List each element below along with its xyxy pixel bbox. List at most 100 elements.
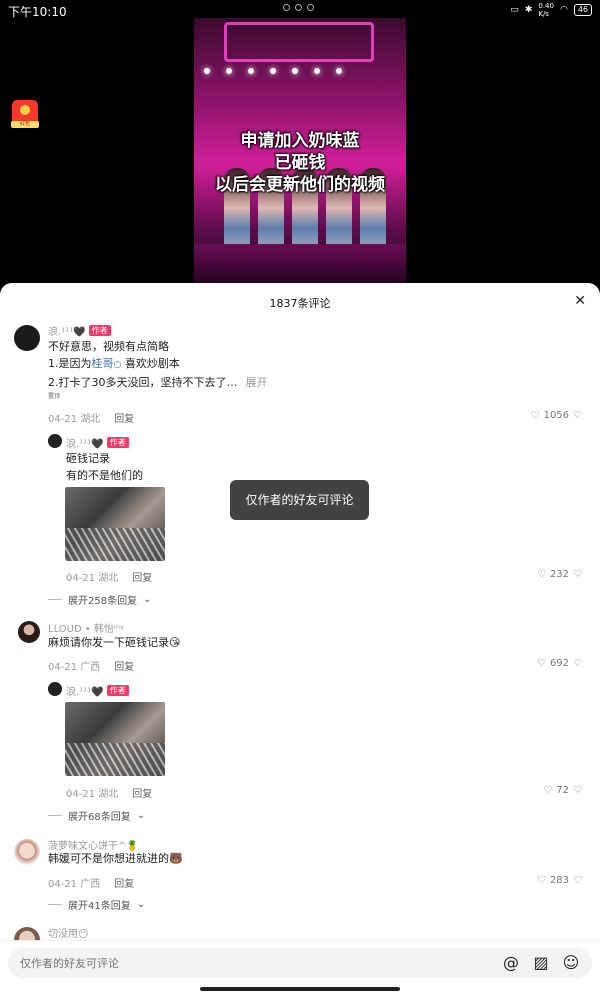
video-player[interactable]: 申请加入奶味蓝 已砸钱 以后会更新他们的视频 <box>194 18 406 284</box>
comment-meta: 04-21 湖北 回复 <box>66 785 152 800</box>
like-group[interactable]: ♡ 72 ♡ <box>543 785 582 796</box>
at-icon[interactable]: @ <box>501 953 521 973</box>
comment-meta: 04-21 广西 回复 <box>48 658 134 673</box>
close-icon[interactable]: ✕ <box>574 293 586 309</box>
status-bar: 下午10:10 ▭ ✱ 0.40 K/s ◠ 46 <box>0 0 600 20</box>
comment-text: 不好意思，视频有点简略 1.是因为桂哥○ 喜欢炒剧本 2.打卡了30多天没回，坚… <box>48 338 268 391</box>
comment-line: 有的不是他们的 <box>66 469 143 482</box>
status-icons: ▭ ✱ 0.40 K/s ◠ 46 <box>510 2 592 18</box>
reply-button[interactable]: 回复 <box>132 785 152 800</box>
pinned-label: 置顶 <box>48 393 61 400</box>
heart-icon[interactable]: ♡ <box>537 569 546 580</box>
author-tag: 作者 <box>88 325 111 336</box>
like-count: 692 <box>549 658 570 669</box>
stage-lights <box>204 68 342 74</box>
comment-line: 砸钱记录 <box>66 452 110 465</box>
avatar[interactable] <box>14 839 40 865</box>
red-packet-icon[interactable]: 红包 <box>11 100 39 128</box>
comment-date: 04-21 湖北 <box>48 414 101 425</box>
like-group[interactable]: ♡ 283 ♡ <box>537 875 582 886</box>
net-speed: 0.40 K/s <box>538 2 554 18</box>
like-group[interactable]: ♡ 692 ♡ <box>537 658 582 669</box>
like-group[interactable]: ♡ 1056 ♡ <box>531 410 582 421</box>
comment-text: 麻烦请你发一下砸钱记录😘 <box>48 636 181 649</box>
chevron-down-icon: ⌄ <box>136 899 146 910</box>
like-count: 72 <box>556 785 570 796</box>
comment-author[interactable]: 切没用😶 <box>48 925 88 940</box>
comment-image[interactable] <box>65 487 165 561</box>
comment-input-bar: @ ▨ ☺ <box>0 940 600 1000</box>
comment-date: 04-21 湖北 <box>66 573 119 584</box>
comment-line: 不好意思，视频有点简略 <box>48 340 169 353</box>
like-count: 283 <box>549 875 570 886</box>
comment-author[interactable]: LLOUD • 韩怡ᵐᵞ <box>48 620 124 635</box>
comment-count-title: 1837条评论 <box>269 297 331 310</box>
reply-button[interactable]: 回复 <box>132 569 152 584</box>
dislike-icon[interactable]: ♡ <box>573 785 582 796</box>
dislike-icon[interactable]: ♡ <box>573 410 582 421</box>
text-segment: 1.是因为 <box>48 357 92 370</box>
reply-button[interactable]: 回复 <box>114 410 134 425</box>
tablet-icon: ▭ <box>510 5 519 15</box>
wifi-icon: ◠ <box>559 5 568 15</box>
comment-sheet: 1837条评论 ✕ 浪.¹¹¹🖤 作者 不好意思，视频有点简略 1.是因为桂哥○… <box>0 283 600 1000</box>
avatar[interactable] <box>18 621 40 643</box>
like-group[interactable]: ♡ 232 ♡ <box>537 569 582 580</box>
heart-icon[interactable]: ♡ <box>537 875 546 886</box>
reply-button[interactable]: 回复 <box>114 658 134 673</box>
comment-image[interactable] <box>65 702 165 776</box>
comment-meta: 04-21 湖北 回复 <box>66 569 152 584</box>
caption-line: 已砸钱 <box>274 153 326 173</box>
expand-replies-button[interactable]: 展开258条回复 ⌄ <box>48 592 151 607</box>
expand-replies-button[interactable]: 展开41条回复 ⌄ <box>48 897 145 912</box>
like-count: 232 <box>549 569 570 580</box>
comment-text: 砸钱记录 有的不是他们的 <box>66 450 143 484</box>
heart-icon[interactable]: ♡ <box>531 410 540 421</box>
toast-message: 仅作者的好友可评论 <box>230 480 369 520</box>
dislike-icon[interactable]: ♡ <box>573 658 582 669</box>
red-packet-label: 红包 <box>11 121 39 128</box>
comment-author[interactable]: 浪.¹¹¹🖤 作者 <box>66 683 129 698</box>
emoji-icon[interactable]: ☺ <box>561 953 581 973</box>
author-name: LLOUD • 韩怡ᵐᵞ <box>48 624 124 635</box>
comment-input-wrapper: @ ▨ ☺ <box>8 948 592 978</box>
bluetooth-icon: ✱ <box>524 5 533 15</box>
author-name: 浪.¹¹¹🖤 <box>66 439 104 450</box>
expand-replies-button[interactable]: 展开68条回复 ⌄ <box>48 808 145 823</box>
mention-link[interactable]: 桂哥 <box>92 357 114 370</box>
dislike-icon[interactable]: ♡ <box>573 569 582 580</box>
home-indicator[interactable] <box>200 987 400 991</box>
text-segment: 2.打卡了30多天没回，坚持不下去了… <box>48 376 238 389</box>
comment-date: 04-21 湖北 <box>66 789 119 800</box>
avatar[interactable] <box>14 325 40 351</box>
expand-replies-label: 展开41条回复 <box>68 901 131 912</box>
author-tag: 作者 <box>106 685 129 696</box>
heart-icon[interactable]: ♡ <box>537 658 546 669</box>
search-icon: ○ <box>113 360 122 370</box>
comment-author[interactable]: 浪.¹¹¹🖤 作者 <box>48 323 111 338</box>
window-dots <box>283 4 314 11</box>
stage-neon <box>224 22 374 62</box>
image-icon[interactable]: ▨ <box>531 953 551 973</box>
dislike-icon[interactable]: ♡ <box>573 875 582 886</box>
comment-date: 04-21 广西 <box>48 879 101 890</box>
chevron-down-icon: ⌄ <box>136 810 146 821</box>
like-count: 1056 <box>543 410 570 421</box>
expand-replies-label: 展开68条回复 <box>68 812 131 823</box>
expand-button[interactable]: 展开 <box>246 376 268 389</box>
author-name: 浪.¹¹¹🖤 <box>66 687 104 698</box>
heart-icon[interactable]: ♡ <box>543 785 552 796</box>
reply-button[interactable]: 回复 <box>114 875 134 890</box>
status-time: 下午10:10 <box>8 5 67 19</box>
avatar[interactable] <box>48 682 62 696</box>
battery-icon: 46 <box>573 4 592 16</box>
comment-author[interactable]: 浪.¹¹¹🖤 作者 <box>66 435 129 450</box>
comment-date: 04-21 广西 <box>48 662 101 673</box>
comment-meta: 04-21 湖北 回复 <box>48 410 134 425</box>
divider <box>48 599 62 600</box>
avatar[interactable] <box>48 434 62 448</box>
comment-input[interactable] <box>20 948 490 978</box>
comment-line: 2.打卡了30多天没回，坚持不下去了… 展开 <box>48 374 268 391</box>
caption-line: 以后会更新他们的视频 <box>215 175 385 195</box>
chevron-down-icon: ⌄ <box>143 594 152 605</box>
